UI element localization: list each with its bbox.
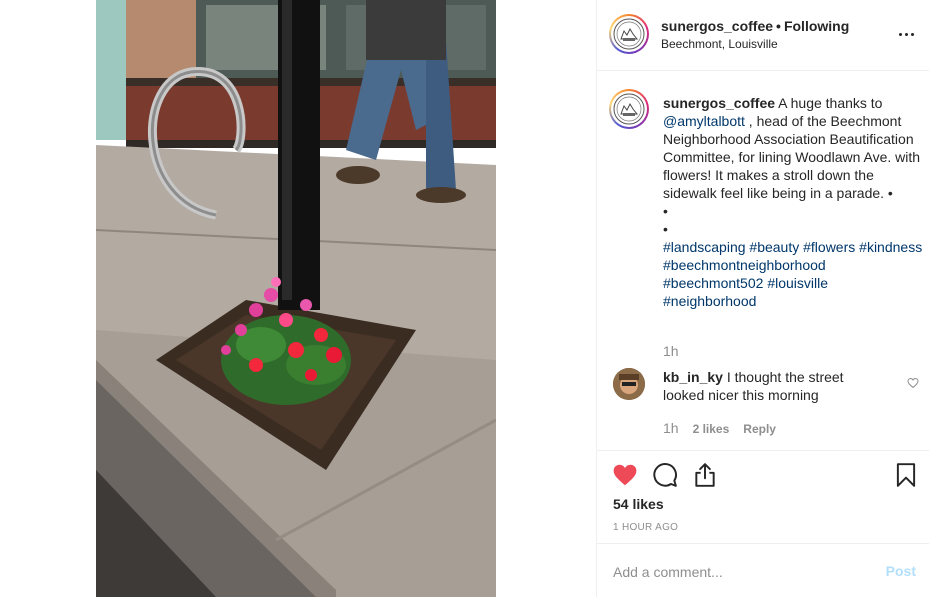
hashtag-link[interactable]: #louisville bbox=[767, 275, 828, 291]
more-horizontal-icon bbox=[898, 32, 902, 36]
sunergos-logo-icon bbox=[613, 93, 645, 125]
hashtag-link[interactable]: #neighborhood bbox=[663, 293, 756, 309]
comment-meta: 1h 2 likes Reply bbox=[663, 420, 776, 436]
post-comment-button[interactable]: Post bbox=[886, 563, 916, 579]
commenter-username[interactable]: kb_in_ky bbox=[663, 369, 723, 385]
comment-likes[interactable]: 2 likes bbox=[693, 422, 730, 436]
post-location[interactable]: Beechmont, Louisville bbox=[661, 37, 778, 51]
caption-bullet: • bbox=[663, 221, 668, 237]
sunergos-logo-icon bbox=[613, 18, 645, 50]
flower-bed-photo bbox=[96, 0, 496, 597]
post-details-panel: sunergos_coffee • Following Beechmont, Lou… bbox=[596, 0, 929, 597]
share-icon[interactable] bbox=[692, 462, 718, 488]
hashtag-link[interactable]: #landscaping bbox=[663, 239, 746, 255]
author-avatar[interactable] bbox=[609, 14, 649, 54]
commenter-photo bbox=[613, 368, 645, 400]
heart-outline-icon[interactable] bbox=[907, 377, 919, 389]
caption-text: A huge thanks to bbox=[775, 95, 883, 111]
hashtag-link[interactable]: #beechmontneighborhood bbox=[663, 257, 826, 273]
author-username[interactable]: sunergos_coffee bbox=[661, 18, 773, 34]
commenter-avatar[interactable] bbox=[613, 368, 645, 400]
post-timestamp: 1 HOUR AGO bbox=[613, 522, 679, 533]
hashtag-link[interactable]: #kindness bbox=[859, 239, 922, 255]
following-button[interactable]: Following bbox=[784, 18, 849, 34]
separator-dot: • bbox=[776, 18, 781, 34]
caption-username[interactable]: sunergos_coffee bbox=[663, 95, 775, 111]
caption-author-avatar[interactable] bbox=[609, 89, 649, 129]
hashtag-link[interactable]: #beauty bbox=[749, 239, 799, 255]
hashtag-link[interactable]: #beechmont502 bbox=[663, 275, 763, 291]
comment-composer: Post bbox=[597, 543, 929, 597]
comment-icon[interactable] bbox=[652, 462, 678, 488]
caption-mention[interactable]: @amyltalbott bbox=[663, 113, 745, 129]
post-photo[interactable] bbox=[96, 0, 496, 597]
hashtag-link[interactable]: #flowers bbox=[803, 239, 855, 255]
caption-hashtags: #landscaping #beauty #flowers #kindness … bbox=[663, 238, 925, 310]
header-username-line: sunergos_coffee • Following bbox=[661, 18, 849, 34]
post-actions: 54 likes 1 HOUR AGO bbox=[597, 450, 929, 543]
add-comment-input[interactable] bbox=[613, 562, 863, 582]
bookmark-icon[interactable] bbox=[893, 462, 919, 488]
more-options-button[interactable] bbox=[894, 24, 918, 44]
post-caption: sunergos_coffee A huge thanks to @amylta… bbox=[663, 94, 925, 310]
post-media bbox=[0, 0, 596, 597]
likes-count[interactable]: 54 likes bbox=[613, 496, 664, 512]
heart-filled-icon[interactable] bbox=[612, 462, 638, 488]
post-header: sunergos_coffee • Following Beechmont, Lou… bbox=[597, 0, 929, 71]
caption-bullet: • bbox=[663, 203, 668, 219]
comment: kb_in_ky I thought the street looked nic… bbox=[663, 368, 883, 404]
caption-timestamp: 1h bbox=[663, 343, 679, 359]
comment-timestamp: 1h bbox=[663, 420, 679, 436]
reply-button[interactable]: Reply bbox=[743, 422, 776, 436]
